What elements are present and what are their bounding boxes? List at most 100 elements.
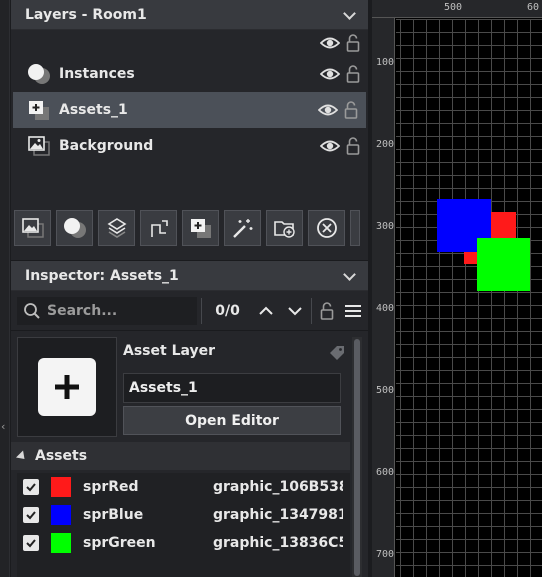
- asset-layer-icon: [190, 219, 211, 238]
- add-background-layer-button[interactable]: [14, 210, 51, 246]
- checkmark-icon: [26, 539, 36, 548]
- match-count: 0/0: [215, 302, 240, 319]
- chevron-up-icon: [259, 306, 273, 315]
- divider: [201, 297, 202, 324]
- divider: [311, 297, 313, 324]
- ruler-label: 500: [444, 2, 463, 13]
- eye-icon[interactable]: [320, 67, 340, 81]
- list-item[interactable]: sprBlue graphic_1347981: [17, 501, 350, 529]
- ruler-label: 100: [376, 57, 395, 68]
- instance-layer-icon: [27, 63, 51, 85]
- add-effect-layer-button[interactable]: [224, 210, 261, 246]
- tile-layer-icon: [106, 218, 127, 238]
- ruler-label: 500: [376, 385, 395, 396]
- add-folder-button[interactable]: [266, 210, 303, 246]
- checkmark-icon: [26, 511, 36, 520]
- unlock-icon[interactable]: [346, 34, 360, 52]
- search-input[interactable]: [47, 302, 197, 319]
- eye-icon[interactable]: [320, 36, 340, 50]
- ruler-label: 600: [376, 467, 395, 478]
- previous-match-button[interactable]: [253, 298, 278, 324]
- room-grid-canvas[interactable]: [396, 19, 542, 577]
- room-editor-view[interactable]: 500 60 100 200 300 400 500 600 700: [372, 0, 542, 577]
- eye-icon[interactable]: [320, 139, 340, 153]
- asset-checkbox[interactable]: [23, 507, 39, 523]
- asset-name: sprGreen: [83, 535, 156, 551]
- layer-name: Assets_1: [59, 102, 128, 118]
- color-swatch: [51, 533, 71, 553]
- layers-global-controls: [11, 30, 368, 56]
- layer-row-background[interactable]: Background: [11, 128, 368, 164]
- toolbar-overflow-button[interactable]: [350, 210, 360, 246]
- add-instance-layer-button[interactable]: [56, 210, 93, 246]
- unlock-icon[interactable]: [346, 137, 360, 155]
- asset-checkbox[interactable]: [23, 535, 39, 551]
- open-editor-button[interactable]: Open Editor: [123, 406, 341, 435]
- delete-layer-icon: [316, 218, 337, 238]
- layer-row-assets[interactable]: Assets_1: [13, 92, 366, 128]
- inspector-panel: Inspector: Assets_1 0/0 Asset Layer: [11, 260, 368, 577]
- collapse-arrow-icon[interactable]: ‹: [1, 420, 5, 433]
- layer-toolbar: [11, 210, 368, 246]
- instance-layer-icon: [63, 218, 86, 238]
- ruler-label: 300: [376, 221, 395, 232]
- sprite-green[interactable]: [477, 238, 530, 291]
- layers-panel-header[interactable]: Layers - Room1: [11, 0, 368, 30]
- assets-section-header[interactable]: Assets: [11, 442, 350, 470]
- folder-add-icon: [273, 221, 295, 238]
- eye-icon[interactable]: [318, 103, 338, 117]
- unlock-icon[interactable]: [320, 301, 334, 320]
- left-dock-edge[interactable]: ‹: [0, 0, 10, 577]
- scrollbar-thumb[interactable]: [354, 339, 360, 576]
- assets-section-label: Assets: [35, 448, 88, 464]
- layer-name: Instances: [59, 66, 135, 82]
- search-icon: [24, 302, 40, 319]
- layers-panel: Layers - Room1 Instances Assets_1 Backgr…: [11, 0, 368, 260]
- asset-checkbox[interactable]: [23, 479, 39, 495]
- assets-list: sprRed graphic_106B538 sprBlue graphic_1…: [17, 473, 350, 577]
- plus-icon: [38, 358, 96, 416]
- asset-layer-icon: [27, 99, 51, 121]
- asset-resource: graphic_13836C5: [213, 535, 343, 551]
- unlock-icon[interactable]: [346, 65, 360, 83]
- add-asset-layer-button[interactable]: [182, 210, 219, 246]
- unlock-icon[interactable]: [344, 101, 358, 119]
- next-match-button[interactable]: [282, 298, 307, 324]
- layers-panel-title: Layers - Room1: [25, 6, 147, 23]
- inspector-search-row: 0/0: [11, 291, 368, 331]
- background-layer-icon: [21, 218, 44, 238]
- ruler-label: 700: [376, 549, 395, 560]
- asset-layer-card: Asset Layer Open Editor: [17, 337, 349, 437]
- chevron-down-icon[interactable]: [342, 8, 356, 22]
- search-box[interactable]: [17, 296, 197, 325]
- expand-triangle-icon[interactable]: [15, 449, 29, 463]
- ruler-label: 400: [376, 303, 395, 314]
- asset-resource: graphic_1347981: [213, 507, 343, 523]
- asset-name: sprRed: [83, 479, 139, 495]
- background-layer-icon: [27, 135, 51, 157]
- add-tile-layer-button[interactable]: [98, 210, 135, 246]
- chevron-down-icon: [288, 306, 302, 315]
- ruler-label: 60: [527, 2, 540, 13]
- horizontal-ruler: 500 60: [372, 0, 542, 18]
- inspector-header[interactable]: Inspector: Assets_1: [11, 261, 368, 291]
- chevron-down-icon[interactable]: [342, 269, 356, 283]
- list-item[interactable]: sprGreen graphic_13836C5: [17, 529, 350, 557]
- delete-layer-button[interactable]: [308, 210, 345, 246]
- color-swatch: [51, 505, 71, 525]
- layer-row-instances[interactable]: Instances: [11, 56, 368, 92]
- inspector-scrollbar[interactable]: [352, 337, 362, 577]
- tag-icon[interactable]: [329, 345, 345, 365]
- ruler-label: 200: [376, 139, 395, 150]
- inspector-title: Inspector: Assets_1: [25, 267, 179, 284]
- menu-icon[interactable]: [344, 304, 362, 318]
- asset-layer-heading: Asset Layer: [123, 343, 216, 359]
- effect-layer-icon: [232, 219, 252, 238]
- asset-name: sprBlue: [83, 507, 144, 523]
- add-path-layer-button[interactable]: [140, 210, 177, 246]
- checkmark-icon: [26, 483, 36, 492]
- list-item[interactable]: sprRed graphic_106B538: [17, 473, 350, 501]
- asset-resource: graphic_106B538: [213, 479, 343, 495]
- layer-name-field[interactable]: [123, 373, 341, 403]
- vertical-ruler: 100 200 300 400 500 600 700: [372, 18, 395, 577]
